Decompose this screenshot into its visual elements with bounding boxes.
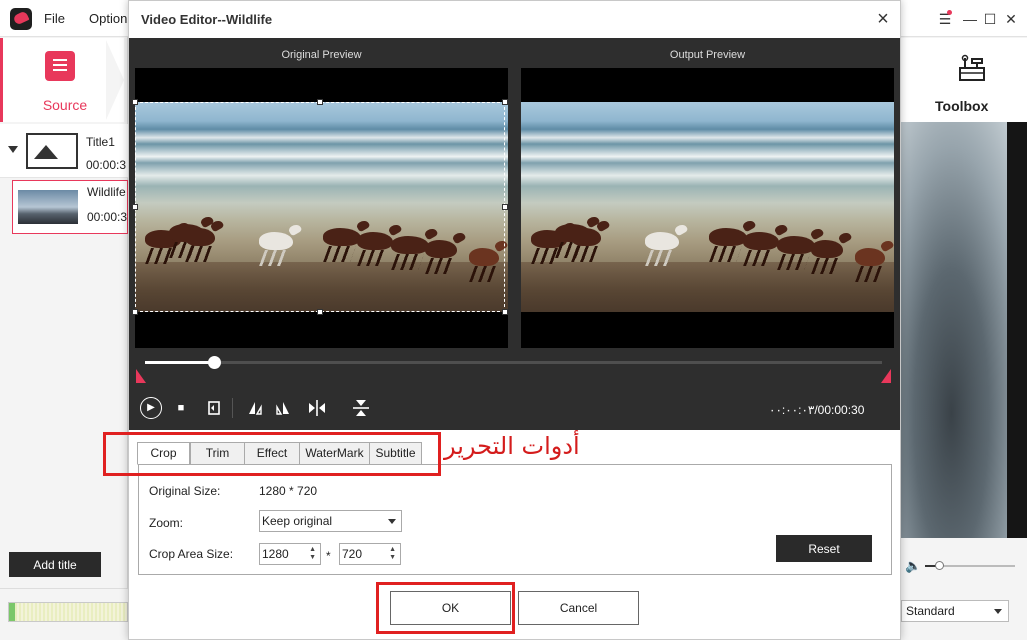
clip-thumbnail [18, 190, 78, 224]
title-name: Title1 [86, 135, 115, 149]
crop-handle[interactable] [502, 99, 508, 105]
crop-height-value: 720 [342, 547, 363, 561]
quality-select[interactable]: Standard [901, 600, 1009, 622]
app-right-panel: ☰ — ☐ ✕ Toolbox 🔈 Standard [901, 0, 1027, 640]
clip-duration: 00:00:3 [87, 210, 128, 224]
dropdown-caret-icon [994, 609, 1002, 614]
horse [709, 228, 747, 246]
volume-icon[interactable]: 🔈 [905, 558, 921, 574]
annotation-text: أدوات التحرير [444, 432, 580, 460]
flip-horizontal-icon[interactable] [307, 397, 327, 419]
clip-list-item[interactable]: Wildlife 00:00:3 [12, 180, 128, 234]
volume-slider[interactable] [925, 561, 1015, 570]
crop-handle[interactable] [132, 204, 138, 210]
crop-width-stepper[interactable]: 1280 ▲ ▼ [259, 543, 321, 565]
main-video-preview [901, 122, 1027, 538]
annotation-ok-highlight [376, 582, 515, 634]
cancel-button[interactable]: Cancel [518, 591, 639, 625]
crop-height-stepper[interactable]: 720 ▲ ▼ [339, 543, 401, 565]
zoom-label: Zoom: [149, 516, 184, 530]
stepper-arrows-icon[interactable]: ▲ ▼ [309, 546, 316, 562]
maximize-icon[interactable]: ☐ [981, 10, 999, 28]
horse [811, 240, 843, 258]
output-preview [521, 68, 894, 348]
source-tab-arrow [106, 40, 124, 120]
original-size-value: 1280 * 720 [259, 484, 318, 498]
control-separator [232, 398, 233, 418]
window-controls: ☰ — ☐ ✕ [901, 0, 1027, 37]
stop-icon[interactable]: ■ [173, 397, 189, 419]
rotate-left-icon[interactable] [246, 397, 264, 419]
preview-area: Original Preview Output Preview ▶ ■ ٠٠:٠… [129, 38, 900, 430]
crop-width-value: 1280 [262, 547, 289, 561]
crop-handle[interactable] [317, 309, 323, 315]
chevron-down-icon [388, 519, 396, 524]
dimension-separator: * [326, 549, 331, 563]
capacity-bar [8, 602, 128, 622]
output-preview-label: Output Preview [669, 49, 746, 61]
notification-dot [947, 10, 952, 15]
minimize-icon[interactable]: — [961, 10, 979, 28]
dialog-title: Video Editor--Wildlife [141, 12, 273, 27]
crop-handle[interactable] [502, 204, 508, 210]
crop-selection-frame[interactable] [135, 102, 505, 312]
add-title-button[interactable]: Add title [9, 552, 101, 577]
horse [571, 228, 601, 246]
original-preview-label: Original Preview [281, 49, 362, 61]
crop-handle[interactable] [502, 309, 508, 315]
right-bottom-controls: 🔈 Standard [901, 538, 1027, 640]
zoom-value: Keep original [262, 514, 333, 528]
trim-end-marker[interactable] [881, 369, 891, 383]
crop-panel: Original Size: 1280 * 720 Zoom: Keep ori… [138, 464, 892, 575]
menu-file[interactable]: File [44, 11, 65, 26]
water-reflection [521, 262, 894, 312]
clip-name: Wildlife [87, 185, 126, 199]
close-icon[interactable]: × [873, 9, 893, 29]
bottom-strip [0, 588, 128, 640]
app-menubar: File Option [0, 0, 128, 37]
title-thumbnail-icon [26, 133, 78, 169]
menu-option[interactable]: Option [89, 11, 127, 26]
title-list-item[interactable]: Title1 00:00:3 [0, 124, 128, 178]
video-editor-dialog: Video Editor--Wildlife × Original Previe… [128, 0, 901, 640]
playback-timeline[interactable] [145, 356, 882, 369]
toolbox-label: Toolbox [935, 98, 989, 114]
window-close-icon[interactable]: ✕ [1002, 10, 1020, 28]
flip-vertical-icon[interactable] [351, 397, 371, 419]
app-left-panel: File Option Source Title1 00:00:3 Wildli… [0, 0, 128, 640]
volume-knob[interactable] [935, 561, 944, 570]
toolbox-tab[interactable]: Toolbox [901, 38, 1027, 122]
source-icon [45, 51, 75, 81]
horse [777, 236, 815, 254]
timeline-knob[interactable] [207, 356, 221, 369]
timeline-progress [145, 361, 214, 364]
horse [855, 248, 885, 266]
output-preview-frame [521, 102, 894, 312]
crop-handle[interactable] [317, 99, 323, 105]
rotate-right-icon[interactable] [274, 397, 292, 419]
stepper-arrows-icon[interactable]: ▲ ▼ [389, 546, 396, 562]
horse [645, 232, 679, 250]
trim-start-marker[interactable] [136, 369, 146, 383]
collapse-caret-icon[interactable] [8, 146, 18, 153]
crop-area-size-label: Crop Area Size: [149, 547, 234, 561]
time-display: ٠٠:٠٠:٠٣/00:00:30 [769, 403, 865, 417]
crop-handle[interactable] [132, 309, 138, 315]
app-logo-icon [10, 8, 32, 30]
horse [743, 232, 779, 250]
play-icon[interactable]: ▶ [140, 397, 162, 419]
zoom-select[interactable]: Keep original [259, 510, 402, 532]
reset-button[interactable]: Reset [776, 535, 872, 562]
quality-value: Standard [906, 604, 955, 618]
crop-handle[interactable] [132, 99, 138, 105]
toolbox-icon [959, 54, 985, 81]
fit-frame-icon[interactable] [205, 397, 223, 419]
annotation-tabs-highlight [103, 432, 441, 476]
original-size-label: Original Size: [149, 484, 221, 498]
title-duration: 00:00:3 [86, 158, 127, 172]
